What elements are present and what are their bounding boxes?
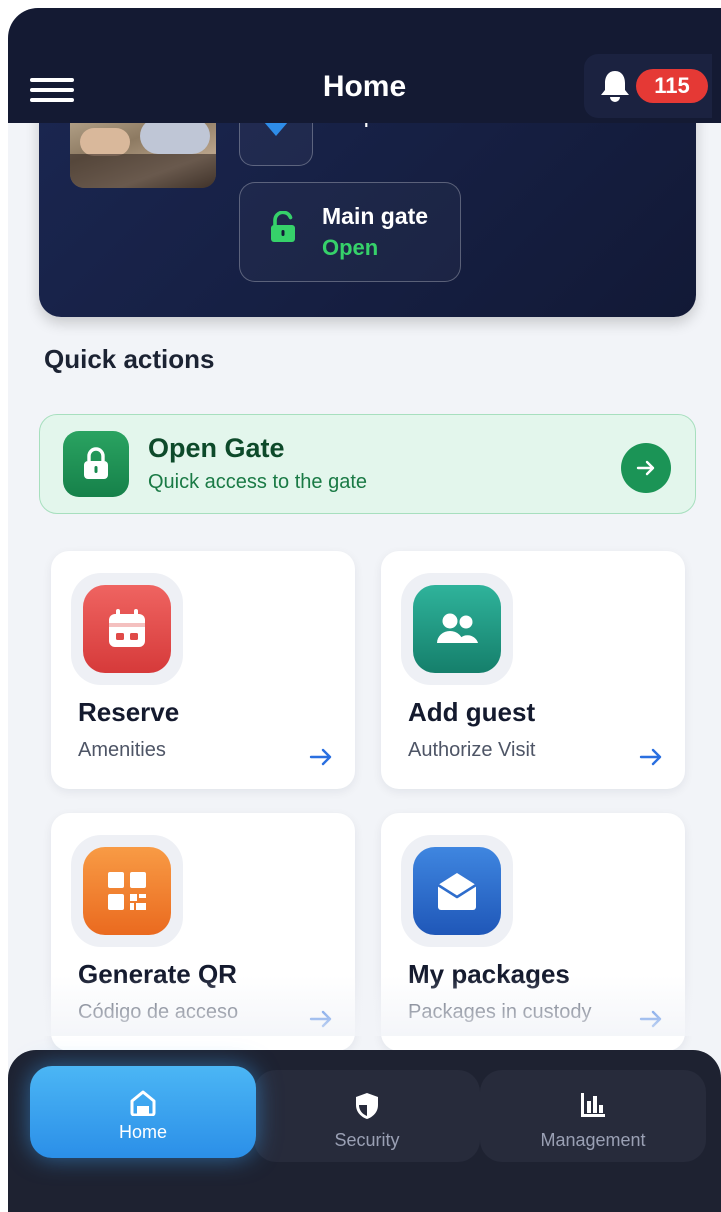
- tile-subtitle: Amenities: [78, 739, 166, 761]
- tile-subtitle: Código de acceso: [78, 1001, 239, 1023]
- arrow-right-icon: [636, 460, 655, 476]
- arrow-right-icon: [639, 1010, 662, 1028]
- open-gate-title: Open Gate: [148, 433, 285, 463]
- envelope-icon: [413, 847, 501, 935]
- users-icon: [413, 585, 501, 673]
- location-icon: [264, 122, 288, 136]
- arrow-right-icon: [309, 1010, 332, 1028]
- tile-title: Generate QR: [78, 959, 237, 989]
- main-gate-status-chip[interactable]: Main gate Open: [239, 182, 461, 282]
- my-packages-tile[interactable]: My packages Packages in custody: [381, 813, 685, 1051]
- qr-code-icon: [83, 847, 171, 935]
- lock-icon: [63, 431, 129, 497]
- calendar-icon: [83, 585, 171, 673]
- nav-home[interactable]: Home: [30, 1066, 256, 1158]
- tile-subtitle: Authorize Visit: [408, 739, 536, 761]
- tile-subtitle: Packages in custody: [408, 1001, 592, 1023]
- add-guest-tile[interactable]: Add guest Authorize Visit: [381, 551, 685, 789]
- open-gate-arrow-button[interactable]: [621, 443, 671, 493]
- bottom-navigation: Security Management Home: [8, 1050, 721, 1212]
- notification-badge: 115: [636, 69, 708, 103]
- open-gate-card[interactable]: Open Gate Quick access to the gate: [39, 414, 696, 514]
- tile-title: My packages: [408, 959, 570, 989]
- open-gate-subtitle: Quick access to the gate: [148, 471, 368, 493]
- tile-title: Add guest: [408, 697, 536, 727]
- bar-chart-icon: [581, 1093, 605, 1117]
- quick-actions-title: Quick actions: [44, 344, 215, 374]
- generate-qr-tile[interactable]: Generate QR Código de acceso: [51, 813, 355, 1051]
- nav-label: Security: [334, 1130, 400, 1150]
- arrow-right-icon: [309, 748, 332, 766]
- reserve-amenities-tile[interactable]: Reserve Amenities: [51, 551, 355, 789]
- app-header: Home 115: [8, 8, 721, 123]
- gate-status: Open: [322, 235, 379, 260]
- notifications-button[interactable]: 115: [584, 54, 712, 118]
- nav-label: Management: [540, 1130, 646, 1150]
- nav-label: Home: [118, 1122, 167, 1142]
- bell-icon: [601, 71, 629, 102]
- nav-security[interactable]: Security: [254, 1070, 480, 1162]
- app-screen: Felipe Macías Main gate Open Home 115 Qu…: [8, 8, 721, 1212]
- shield-icon: [356, 1093, 378, 1119]
- gate-label: Main gate: [322, 203, 429, 229]
- residence-card: Felipe Macías Main gate Open: [39, 98, 696, 317]
- arrow-right-icon: [639, 748, 662, 766]
- unlock-icon: [271, 211, 295, 242]
- nav-management[interactable]: Management: [480, 1070, 706, 1162]
- tile-title: Reserve: [78, 697, 180, 727]
- home-icon: [130, 1090, 156, 1116]
